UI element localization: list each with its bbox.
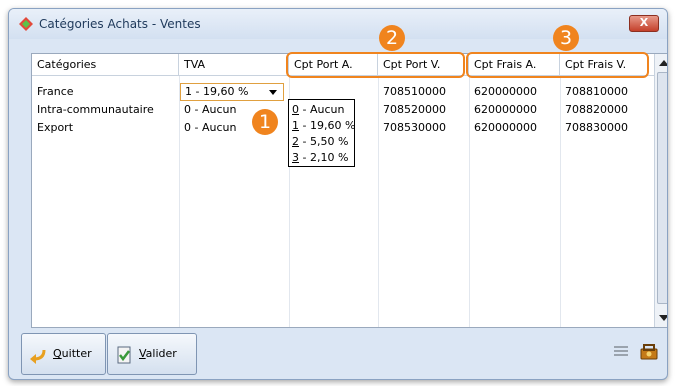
row3-cpt-port-v[interactable]: 708530000 (383, 121, 446, 135)
check-document-icon (117, 346, 131, 364)
categories-grid: Catégories TVA Cpt Port A. Cpt Port V. C… (31, 53, 667, 328)
quit-label: Quitter (53, 347, 92, 360)
row3-cpt-frais-a[interactable]: 620000000 (474, 121, 537, 135)
chevron-down-icon[interactable] (269, 90, 277, 95)
validate-label: Valider (139, 347, 177, 360)
row2-categorie[interactable]: Intra-communautaire (37, 103, 154, 117)
dropdown-option[interactable]: 2 - 5,50 % (292, 134, 354, 150)
header-tva[interactable]: TVA (179, 54, 289, 76)
scroll-down-arrow-icon[interactable] (659, 315, 667, 321)
column-divider (378, 76, 379, 327)
row3-categorie[interactable]: Export (37, 121, 73, 135)
dropdown-option[interactable]: 3 - 2,10 % (292, 150, 354, 166)
column-divider (560, 76, 561, 327)
row3-cpt-frais-v[interactable]: 708830000 (565, 121, 628, 135)
row2-cpt-port-v[interactable]: 708520000 (383, 103, 446, 117)
tva-dropdown-list: 0 - Aucun 1 - 19,60 % 2 - 5,50 % 3 - 2,1… (288, 99, 355, 167)
scrollbar-thumb[interactable] (657, 72, 667, 304)
row1-cpt-frais-a[interactable]: 620000000 (474, 85, 537, 99)
callout-frame-port (286, 52, 465, 78)
row2-cpt-frais-a[interactable]: 620000000 (474, 103, 537, 117)
row1-categorie[interactable]: France (37, 85, 74, 99)
close-button[interactable]: X (629, 15, 659, 32)
dropdown-option[interactable]: 0 - Aucun (292, 102, 354, 118)
back-arrow-icon (30, 349, 46, 364)
validate-button[interactable]: Valider (107, 333, 197, 375)
row3-tva[interactable]: 0 - Aucun (184, 121, 236, 135)
row2-tva[interactable]: 0 - Aucun (184, 103, 236, 117)
list-lines-icon[interactable] (613, 345, 629, 359)
tva-combobox-value: 1 - 19,60 % (185, 85, 249, 98)
tva-combobox[interactable]: 1 - 19,60 % (180, 83, 284, 101)
column-divider (179, 76, 180, 327)
callout-number-3: 3 (553, 25, 579, 51)
callout-frame-frais (466, 52, 649, 78)
callout-number-1: 1 (252, 109, 278, 135)
row1-cpt-port-v[interactable]: 708510000 (383, 85, 446, 99)
callout-number-2: 2 (379, 25, 405, 51)
column-divider (469, 76, 470, 327)
scroll-up-arrow-icon[interactable] (659, 60, 667, 66)
row2-cpt-frais-v[interactable]: 708820000 (565, 103, 628, 117)
window-title: Catégories Achats - Ventes (39, 17, 201, 31)
main-window: Catégories Achats - Ventes X Catégories … (8, 8, 668, 380)
dropdown-option[interactable]: 1 - 19,60 % (292, 118, 355, 134)
toolbox-icon[interactable] (639, 342, 659, 362)
diamond-app-icon (19, 17, 33, 31)
vertical-scrollbar[interactable] (654, 54, 667, 327)
quit-button[interactable]: Quitter (21, 333, 106, 375)
header-categories[interactable]: Catégories (32, 54, 179, 76)
row1-cpt-frais-v[interactable]: 708810000 (565, 85, 628, 99)
